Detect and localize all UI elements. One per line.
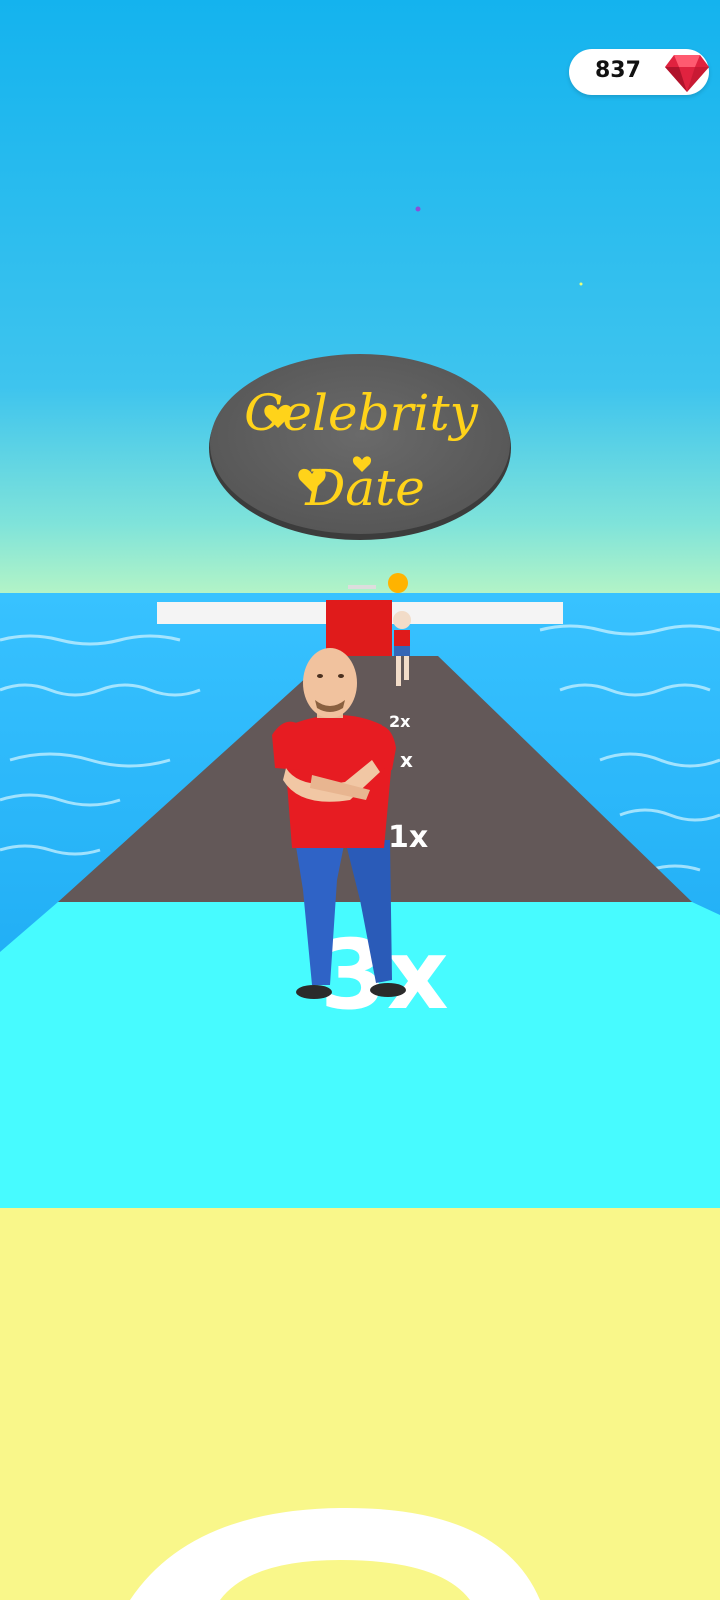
road-multiplier-mid: x xyxy=(400,748,413,772)
gem-counter: 837 xyxy=(569,49,709,95)
road-multiplier-near: 1x xyxy=(388,820,428,855)
gem-count: 837 xyxy=(595,58,641,83)
sky-particle xyxy=(415,206,421,212)
podium-table xyxy=(348,585,376,589)
fire-coin-icon xyxy=(388,573,408,593)
ruby-gem-icon xyxy=(665,55,709,92)
game-scene: 2x x 1x 3x Cele xyxy=(0,0,720,1600)
road-multiplier-far: 2x xyxy=(389,712,411,731)
sky-particle xyxy=(579,282,583,286)
